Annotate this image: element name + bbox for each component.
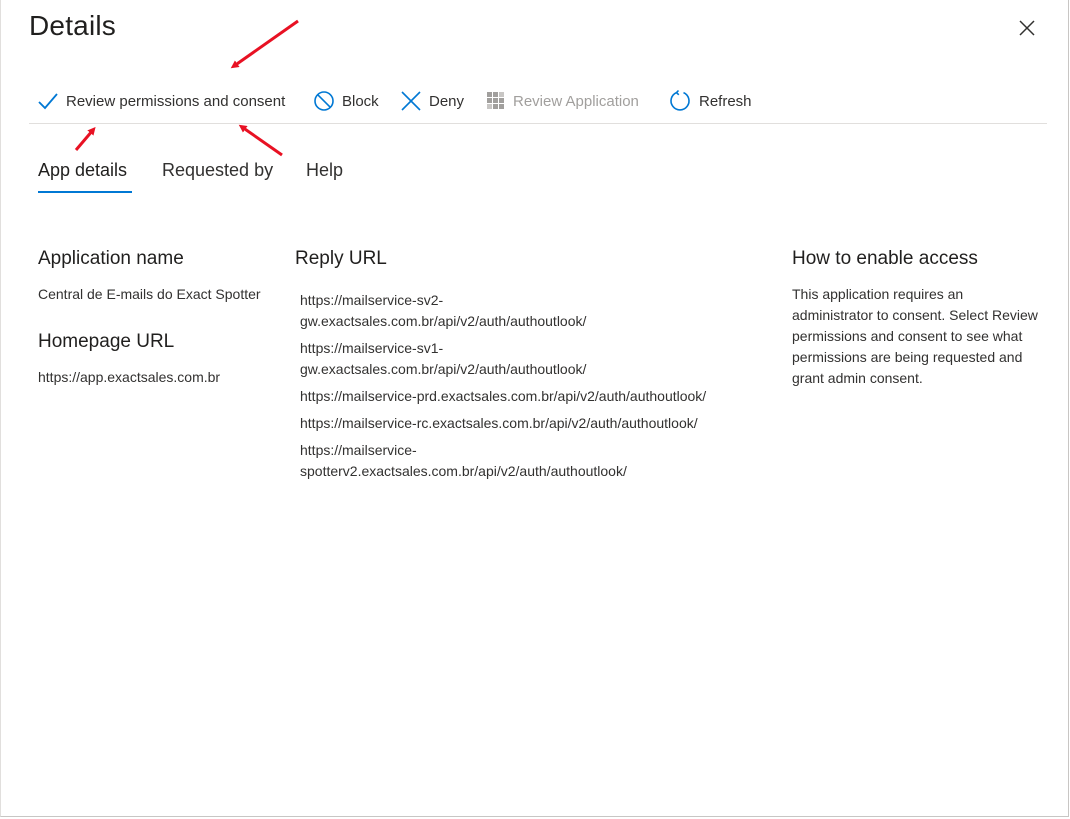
reply-url-heading: Reply URL [295, 248, 387, 269]
reply-url-item: https://mailservice-sv1-gw.exactsales.co… [300, 340, 587, 377]
review-application-label: Review Application [513, 92, 639, 110]
deny-button[interactable]: Deny [400, 88, 464, 114]
how-to-enable-heading: How to enable access [792, 248, 978, 269]
reply-url-list: https://mailservice-sv2-gw.exactsales.co… [300, 290, 780, 488]
how-to-enable-text: This application requires an administrat… [792, 286, 1038, 386]
reply-url-item: https://mailservice-spotterv2.exactsales… [300, 442, 627, 479]
block-button[interactable]: Block [313, 88, 379, 114]
deny-label: Deny [429, 92, 465, 110]
refresh-button[interactable]: Refresh [668, 88, 752, 114]
checkmark-icon [38, 93, 58, 110]
reply-url-item: https://mailservice-rc.exactsales.com.br… [300, 415, 698, 431]
reply-url-item: https://mailservice-sv2-gw.exactsales.co… [300, 292, 587, 329]
close-button[interactable] [1013, 14, 1041, 42]
application-name-value: Central de E-mails do Exact Spotter [38, 286, 261, 302]
review-permissions-button[interactable]: Review permissions and consent [37, 88, 285, 114]
homepage-url-heading: Homepage URL [38, 331, 175, 352]
review-application-button[interactable]: Review Application [486, 88, 639, 114]
tab-requested-by[interactable]: Requested by [162, 160, 273, 189]
tab-app-details[interactable]: App details [38, 160, 127, 189]
refresh-label: Refresh [699, 92, 752, 110]
application-name-heading: Application name [38, 248, 184, 269]
active-tab-indicator [38, 191, 132, 193]
block-label: Block [342, 92, 379, 110]
details-panel: Details Review permissions and consent B… [0, 0, 1069, 817]
block-icon [314, 91, 334, 111]
page-title: Details [29, 10, 116, 41]
tab-help[interactable]: Help [306, 160, 343, 189]
grid-icon [487, 92, 504, 109]
refresh-icon [670, 89, 690, 111]
review-permissions-label: Review permissions and consent [66, 92, 286, 110]
reply-url-item: https://mailservice-prd.exactsales.com.b… [300, 388, 707, 404]
homepage-url-value: https://app.exactsales.com.br [38, 369, 221, 385]
cross-icon [401, 91, 421, 111]
close-icon [1019, 20, 1035, 36]
command-bar: Review permissions and consent Block Den… [29, 80, 1047, 124]
